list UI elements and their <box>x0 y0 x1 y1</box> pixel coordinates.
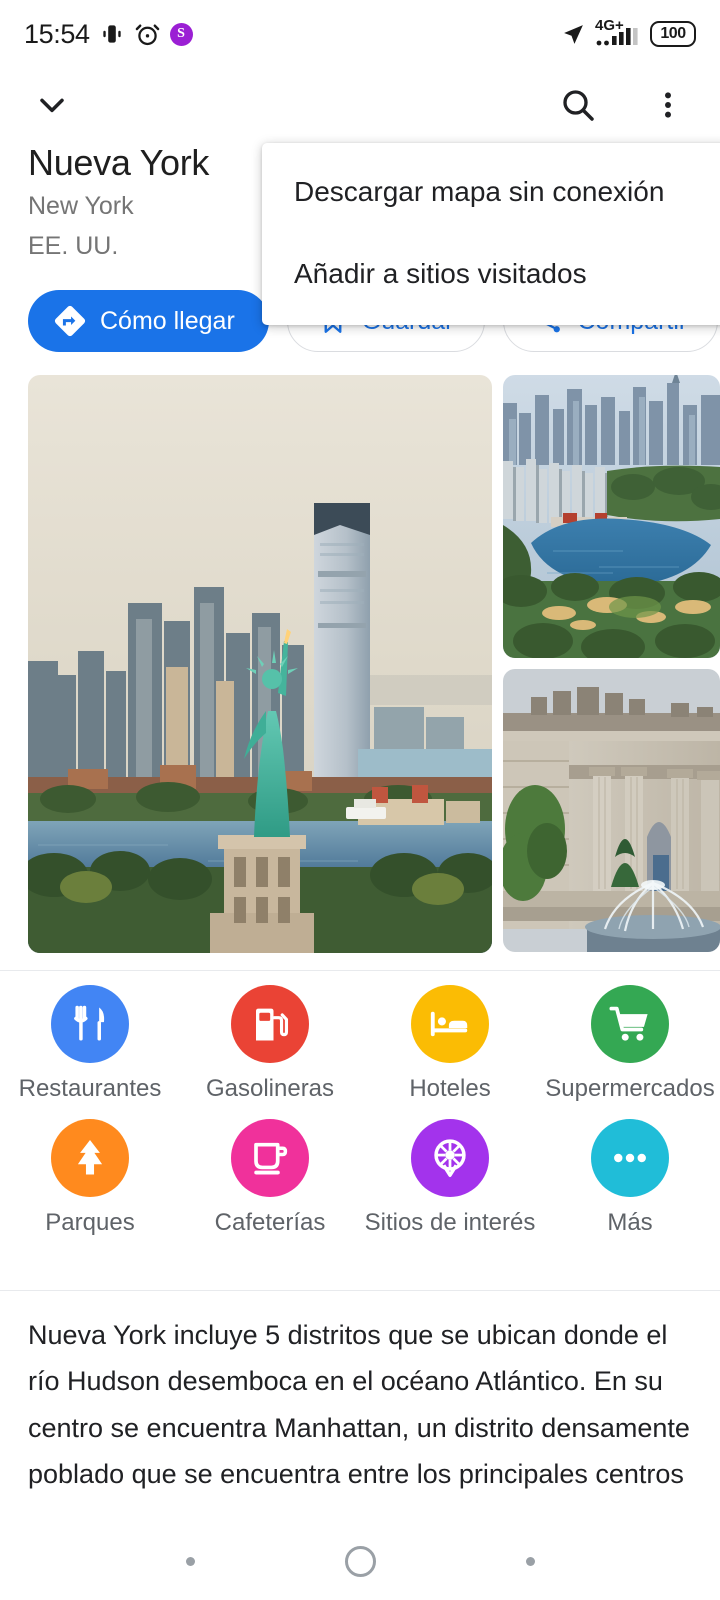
metropolitan-museum-photo[interactable] <box>503 669 720 952</box>
category-supermercados[interactable]: Supermercados <box>540 985 720 1103</box>
nav-home-circle-icon[interactable] <box>344 1545 376 1577</box>
menu-item-add-to-visited[interactable]: Añadir a sitios visitados <box>262 233 720 315</box>
restaurant-icon <box>51 985 129 1063</box>
more-dots-icon <box>591 1119 669 1197</box>
collapse-sheet-button[interactable] <box>28 81 76 129</box>
status-bar-right: 4G+ 100 <box>561 17 696 47</box>
category-parques[interactable]: Parques <box>0 1119 180 1237</box>
statue-of-liberty-photo[interactable] <box>28 375 492 953</box>
hotel-bed-icon <box>411 985 489 1063</box>
vibrate-icon <box>99 21 125 47</box>
status-bar-clock: 15:54 <box>24 18 90 49</box>
alarm-icon <box>134 21 161 48</box>
category-label: Más <box>607 1209 653 1236</box>
search-button[interactable] <box>554 81 602 129</box>
more-vertical-icon <box>651 88 685 122</box>
divider-above-description <box>0 1290 720 1291</box>
app-bar-actions <box>554 81 692 129</box>
place-photo-gallery <box>28 375 720 953</box>
category-label: Cafeterías <box>214 1209 326 1236</box>
category-label: Parques <box>45 1209 135 1236</box>
overflow-menu-popup: Descargar mapa sin conexión Añadir a sit… <box>262 143 720 325</box>
menu-item-label: Descargar mapa sin conexión <box>294 176 665 207</box>
google-maps-place-screen: 15:54 S 4G+ 100 Nueva York New York EE. … <box>0 0 720 1600</box>
nav-recents-dot-icon[interactable] <box>525 1556 535 1566</box>
category-label: Sitios de interés <box>364 1209 536 1236</box>
android-navigation-bar <box>0 1522 720 1600</box>
category-label: Hoteles <box>409 1075 491 1102</box>
search-icon <box>558 85 598 125</box>
category-restaurantes[interactable]: Restaurantes <box>0 985 180 1103</box>
status-bar-left: 15:54 S <box>24 19 193 50</box>
nav-back-dot-icon[interactable] <box>185 1556 195 1566</box>
category-hoteles[interactable]: Hoteles <box>360 985 540 1103</box>
nearby-category-grid: Restaurantes Gasolineras Hoteles Superme… <box>0 985 720 1237</box>
app-bar <box>0 68 720 142</box>
battery-indicator: 100 <box>650 21 696 47</box>
category-gasolineras[interactable]: Gasolineras <box>180 985 360 1103</box>
central-park-photo[interactable] <box>503 375 720 658</box>
category-label: Restaurantes <box>18 1075 162 1102</box>
directions-button[interactable]: Cómo llegar <box>28 290 269 352</box>
coffee-cup-icon <box>231 1119 309 1197</box>
category-label: Gasolineras <box>205 1075 335 1102</box>
gas-station-icon <box>231 985 309 1063</box>
network-type-label: 4G+ <box>595 17 624 34</box>
place-photo-side-column <box>503 375 720 953</box>
category-cafeterias[interactable]: Cafeterías <box>180 1119 360 1237</box>
divider-above-categories <box>0 970 720 971</box>
category-mas[interactable]: Más <box>540 1119 720 1237</box>
location-arrow-icon <box>561 22 586 47</box>
chevron-down-icon <box>32 85 72 125</box>
shopping-cart-icon <box>591 985 669 1063</box>
battery-level-label: 100 <box>660 25 686 42</box>
directions-icon <box>54 305 86 337</box>
overflow-menu-button[interactable] <box>644 81 692 129</box>
directions-button-label: Cómo llegar <box>100 306 235 335</box>
menu-item-download-offline-map[interactable]: Descargar mapa sin conexión <box>262 151 720 233</box>
status-bar: 15:54 S 4G+ 100 <box>0 0 720 68</box>
ferris-wheel-icon <box>411 1119 489 1197</box>
category-label: Supermercados <box>545 1075 715 1102</box>
category-sitios-de-interes[interactable]: Sitios de interés <box>360 1119 540 1237</box>
menu-item-label: Añadir a sitios visitados <box>294 258 587 289</box>
park-tree-icon <box>51 1119 129 1197</box>
place-description: Nueva York incluye 5 distritos que se ub… <box>28 1320 690 1490</box>
network-signal-indicator: 4G+ <box>595 17 641 47</box>
app-notification-badge-icon: S <box>169 22 193 46</box>
